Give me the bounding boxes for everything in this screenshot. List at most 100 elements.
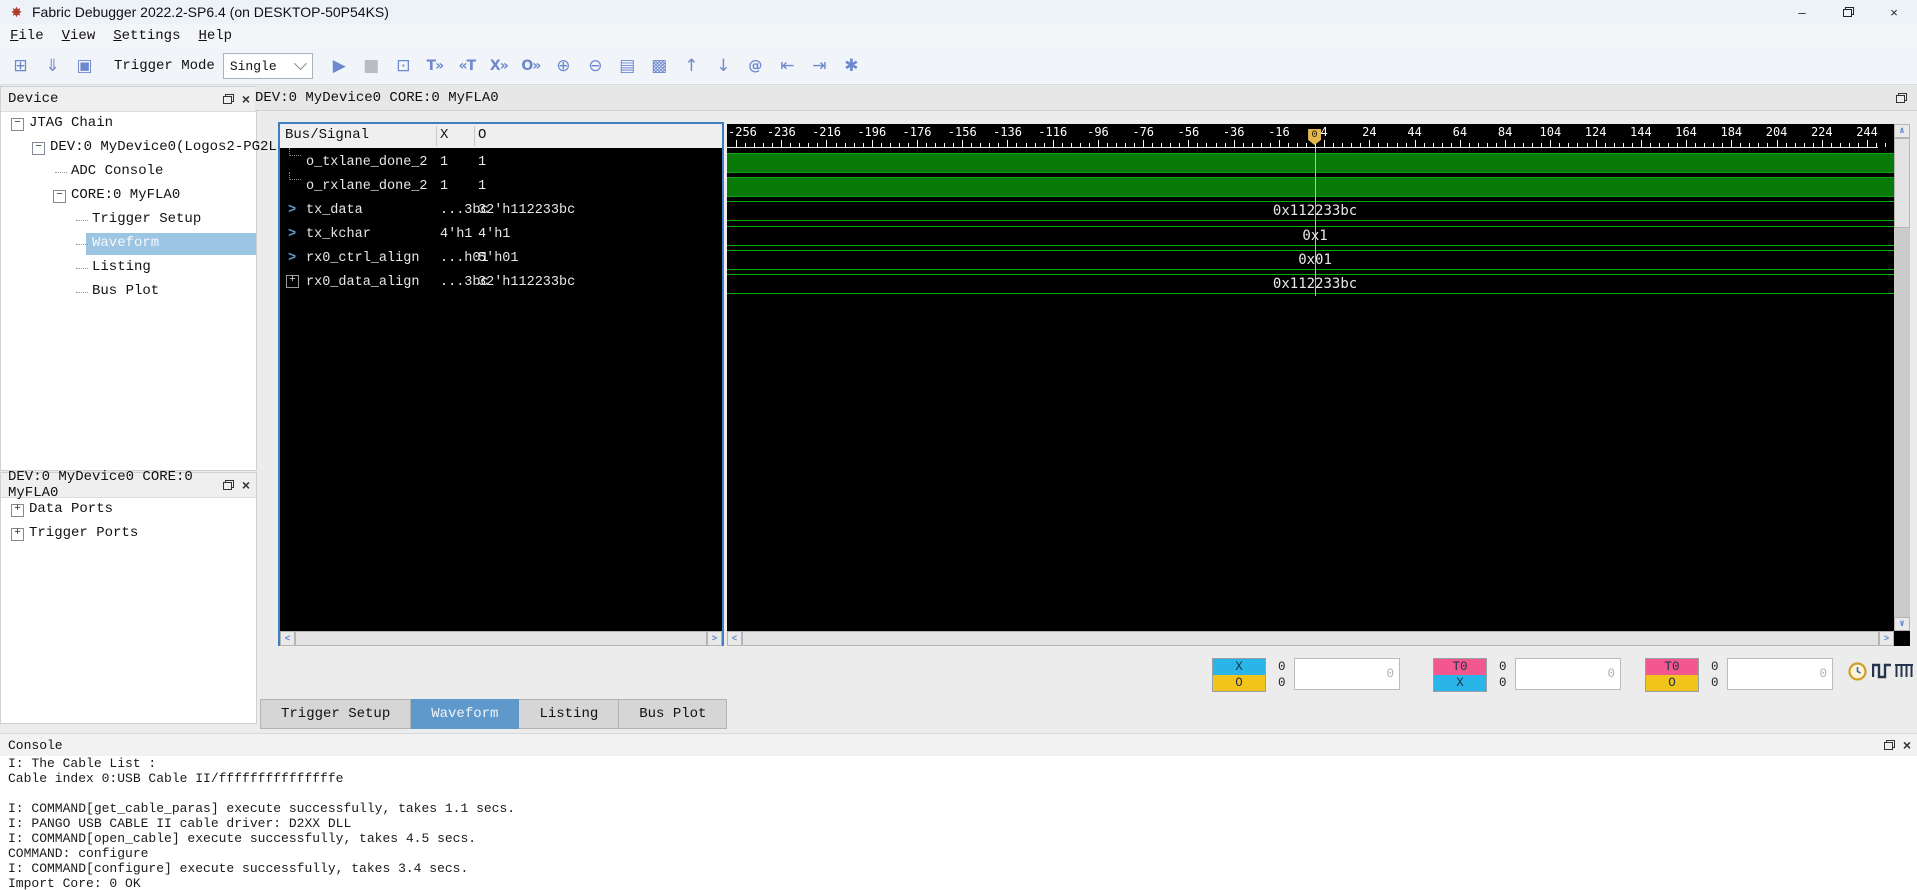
waveform-vscrollbar[interactable]: ∧ ∨	[1894, 124, 1910, 631]
expand-bus-icon[interactable]: +	[286, 275, 299, 288]
sidebar-item-data-ports[interactable]: + Data Ports	[1, 498, 256, 522]
monitor-icon[interactable]: ▣	[72, 56, 96, 76]
export-report-icon[interactable]: ▤	[615, 56, 639, 76]
scroll-left-arrow[interactable]: <	[727, 631, 742, 646]
cursor-position-field[interactable]: 0	[1515, 658, 1621, 690]
sidebar-item-trigger-ports[interactable]: + Trigger Ports	[1, 522, 256, 546]
sidebar-item-dev-0-mydevice0-logos2-pg2l5[interactable]: − DEV:0 MyDevice0(Logos2-PG2L5…	[1, 136, 294, 160]
signal-row-tx-kchar[interactable]: > tx_kchar 4'h1 4'h1	[280, 225, 722, 245]
signal-row-tx-data[interactable]: > tx_data ...3bc 32'h112233bc	[280, 201, 722, 221]
tree-expander-icon[interactable]: −	[11, 118, 24, 131]
float-panel-icon[interactable]	[1896, 93, 1907, 103]
wave-row-rx0-ctrl-align[interactable]: 0x01	[727, 249, 1894, 270]
expand-bus-icon[interactable]: >	[288, 203, 296, 218]
waveform-hscrollbar[interactable]: < >	[727, 631, 1894, 646]
search-value-icon[interactable]: @	[743, 58, 767, 74]
run-trigger-icon[interactable]: ▶	[327, 56, 351, 76]
square-wave-view-icon[interactable]	[1871, 662, 1892, 685]
cursor-position-field[interactable]: 0	[1727, 658, 1833, 690]
signal-row-o-txlane-done-2[interactable]: o_txlane_done_2 1 1	[280, 148, 722, 173]
tree-expander-icon[interactable]: +	[11, 504, 24, 517]
scroll-thumb[interactable]	[295, 631, 707, 646]
scroll-left-arrow[interactable]: <	[280, 631, 295, 646]
wave-row-tx-data[interactable]: 0x112233bc	[727, 201, 1894, 222]
console-line: COMMAND: configure	[8, 846, 149, 861]
scroll-thumb[interactable]	[1894, 138, 1910, 228]
main-tab-title[interactable]: DEV:0 MyDevice0 CORE:0 MyFLA0	[255, 90, 499, 106]
settings-icon[interactable]: ✱	[839, 56, 863, 76]
float-panel-icon[interactable]	[222, 480, 234, 490]
zoom-out-icon[interactable]: ⊖	[583, 56, 607, 76]
ruler-major-tick	[1369, 140, 1371, 147]
tab-listing[interactable]: Listing	[519, 699, 620, 729]
wave-row-o-txlane-done-2[interactable]	[727, 153, 1894, 173]
restore-button[interactable]	[1825, 0, 1871, 24]
set-trigger-position-icon[interactable]: «T	[455, 58, 479, 74]
ruler-major-tick	[1731, 140, 1733, 147]
scroll-up-arrow[interactable]: ∧	[1894, 124, 1910, 138]
tree-expander-icon[interactable]: +	[11, 528, 24, 541]
sidebar-item-trigger-setup[interactable]: Trigger Setup	[1, 208, 256, 232]
ruler-baseline	[727, 147, 1878, 148]
tree-expander-icon[interactable]: −	[53, 190, 66, 203]
sidebar-item-jtag-chain[interactable]: − JTAG Chain	[1, 112, 256, 136]
scroll-right-arrow[interactable]: >	[707, 631, 722, 646]
column-header-o: O	[478, 127, 487, 143]
move-signal-up-icon[interactable]: ↑	[679, 56, 703, 76]
goto-last-page-icon[interactable]: ⇥	[807, 56, 831, 76]
force-trigger-icon[interactable]: ⊡	[391, 56, 415, 76]
menu-item-settings[interactable]: Settings	[113, 28, 180, 44]
wave-row-rx0-data-align[interactable]: 0x112233bc	[727, 274, 1894, 294]
waveform-panel[interactable]: -256 -236 -216 -196 -176 -156 -136 -116 -96 -76 -5…	[727, 124, 1910, 646]
trigger-mode-label: Trigger Mode	[114, 58, 215, 74]
float-panel-icon[interactable]	[1883, 740, 1895, 750]
sidebar-item-waveform[interactable]: Waveform	[1, 232, 256, 256]
scroll-thumb[interactable]	[742, 631, 1879, 646]
menu-item-file[interactable]: File	[10, 28, 44, 44]
wave-row-o-rxlane-done-2[interactable]	[727, 177, 1894, 198]
scroll-right-arrow[interactable]: >	[1879, 631, 1894, 646]
goto-o-cursor-icon[interactable]: O»	[519, 58, 543, 74]
time-cursor-line[interactable]	[1315, 148, 1317, 296]
cursor-value-top: 0	[1711, 660, 1719, 674]
zoom-in-icon[interactable]: ⊕	[551, 56, 575, 76]
close-button[interactable]: ×	[1871, 0, 1917, 24]
close-panel-icon[interactable]: ×	[1903, 738, 1911, 752]
wave-row-tx-kchar[interactable]: 0x1	[727, 225, 1894, 246]
stop-trigger-icon[interactable]: ■	[359, 56, 383, 76]
trigger-mode-select[interactable]: Single	[222, 53, 313, 79]
signal-row-rx0-data-align[interactable]: + rx0_data_align ...3bc 32'h112233bc	[280, 273, 722, 293]
signal-row-o-rxlane-done-2[interactable]: o_rxlane_done_2 1 1	[280, 172, 722, 197]
sidebar-item-core-0-myfla0[interactable]: − CORE:0 MyFLA0	[1, 184, 256, 208]
close-panel-icon[interactable]: ×	[242, 478, 250, 492]
tree-expander-icon[interactable]: −	[32, 142, 45, 155]
sample-clock-icon[interactable]	[1848, 662, 1867, 686]
move-signal-down-icon[interactable]: ↓	[711, 56, 735, 76]
zoom-fit-icon[interactable]: ▩	[647, 56, 671, 76]
scroll-down-arrow[interactable]: ∨	[1894, 617, 1910, 631]
menu-item-help[interactable]: Help	[198, 28, 232, 44]
expand-bus-icon[interactable]: >	[288, 251, 296, 266]
float-panel-icon[interactable]	[222, 94, 234, 104]
bus-bars-view-icon[interactable]	[1894, 662, 1914, 685]
minimize-button[interactable]: –	[1779, 0, 1825, 24]
sidebar-item-bus-plot[interactable]: Bus Plot	[1, 280, 256, 304]
cursor-position-field[interactable]: 0	[1294, 658, 1400, 690]
sidebar-item-adc-console[interactable]: ADC Console	[1, 160, 256, 184]
goto-x-cursor-icon[interactable]: X»	[487, 58, 511, 74]
menu-item-view[interactable]: View	[62, 28, 96, 44]
signal-row-rx0-ctrl-align[interactable]: > rx0_ctrl_align ...h01 5'h01	[280, 249, 722, 269]
goto-trigger-position-icon[interactable]: T»	[423, 58, 447, 74]
signal-hscrollbar[interactable]: < >	[280, 631, 722, 646]
tree-connector	[55, 172, 67, 173]
tab-bus-plot[interactable]: Bus Plot	[619, 699, 728, 729]
add-device-icon[interactable]: ⊞	[8, 56, 32, 76]
expand-bus-icon[interactable]: >	[288, 227, 296, 242]
sidebar-item-listing[interactable]: Listing	[1, 256, 256, 280]
tab-trigger-setup[interactable]: Trigger Setup	[260, 699, 412, 729]
goto-first-page-icon[interactable]: ⇤	[775, 56, 799, 76]
console-line: I: COMMAND[configure] execute successful…	[8, 861, 469, 876]
download-bitstream-icon[interactable]: ⇓	[40, 56, 64, 76]
close-panel-icon[interactable]: ×	[242, 92, 250, 106]
tab-waveform[interactable]: Waveform	[411, 699, 520, 729]
